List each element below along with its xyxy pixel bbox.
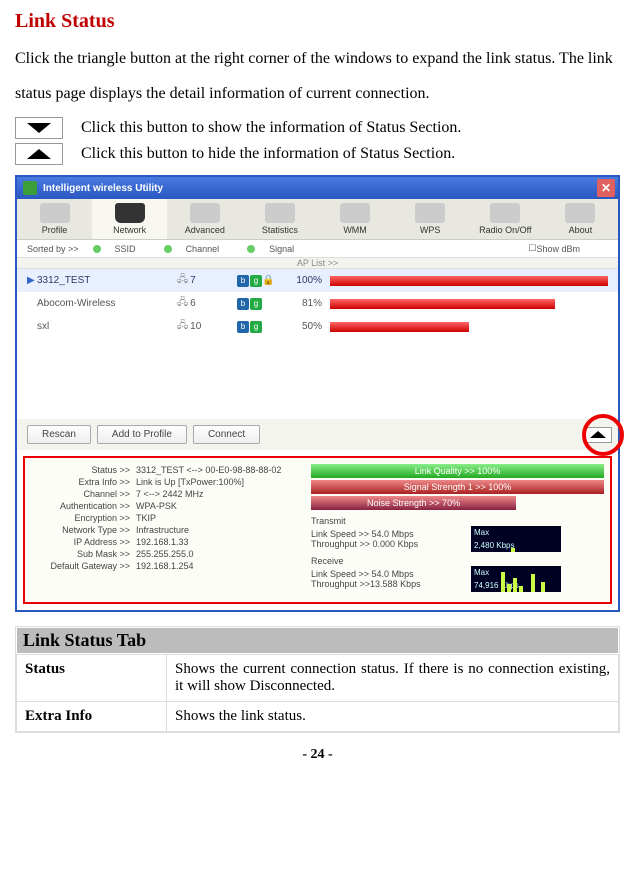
ap-row[interactable]: sxl🖧10bg50%	[17, 315, 618, 338]
transmit-label: Transmit	[311, 516, 604, 526]
triangle-up-icon	[27, 149, 51, 159]
app-screenshot: Intelligent wireless Utility ✕ Profile N…	[15, 175, 620, 612]
status-row: Extra Info >>Link is Up [TxPower:100%]	[31, 476, 311, 488]
toolbar-statistics[interactable]: Statistics	[242, 199, 317, 239]
status-row: Encryption >>TKIP	[31, 512, 311, 524]
ap-list: ▶3312_TEST🖧7bg🔒100%Abocom-Wireless🖧6bg81…	[17, 269, 618, 419]
status-row: Default Gateway >>192.168.1.254	[31, 560, 311, 572]
btn-up-desc: Click this button to hide the informatio…	[81, 145, 455, 163]
expand-icon-button[interactable]	[15, 117, 63, 139]
triangle-down-icon	[27, 123, 51, 133]
page-number: - 24 -	[15, 747, 620, 763]
collapse-handle[interactable]	[584, 427, 612, 443]
ap-row[interactable]: Abocom-Wireless🖧6bg81%	[17, 292, 618, 315]
status-panel: Status >>3312_TEST <--> 00-E0-98-88-88-0…	[23, 456, 612, 604]
noise-strength-bar: Noise Strength >> 70%	[311, 496, 516, 510]
sort-ssid[interactable]: SSID	[93, 244, 150, 254]
toolbar-profile[interactable]: Profile	[17, 199, 92, 239]
toolbar: Profile Network Advanced Statistics WMM …	[17, 199, 618, 240]
status-left: Status >>3312_TEST <--> 00-E0-98-88-88-0…	[31, 464, 311, 596]
status-right: Link Quality >> 100% Signal Strength 1 >…	[311, 464, 604, 596]
button-row: Rescan Add to Profile Connect	[17, 419, 618, 450]
toolbar-wps[interactable]: WPS	[393, 199, 468, 239]
tx-throughput: Throughput >> 0.000 Kbps	[311, 539, 471, 549]
status-row: IP Address >>192.168.1.33	[31, 536, 311, 548]
toolbar-about[interactable]: About	[543, 199, 618, 239]
toolbar-network[interactable]: Network	[92, 199, 167, 239]
collapse-icon-button[interactable]	[15, 143, 63, 165]
rx-link-speed: Link Speed >> 54.0 Mbps	[311, 569, 471, 579]
table-header: Link Status Tab	[16, 627, 619, 654]
toolbar-advanced[interactable]: Advanced	[167, 199, 242, 239]
status-row: Network Type >>Infrastructure	[31, 524, 311, 536]
tx-sparkline: Max 2,480 Kbps	[471, 526, 561, 552]
sort-signal[interactable]: Signal	[247, 244, 308, 254]
rx-throughput: Throughput >>13.588 Kbps	[311, 579, 471, 589]
signal-strength-bar: Signal Strength 1 >> 100%	[311, 480, 604, 494]
rescan-button[interactable]: Rescan	[27, 425, 91, 444]
table-row: StatusShows the current connection statu…	[17, 655, 619, 702]
sort-row: Sorted by >> SSID Channel Signal ☐ Show …	[17, 240, 618, 258]
status-row: Authentication >>WPA-PSK	[31, 500, 311, 512]
sort-by-label: Sorted by >>	[27, 244, 79, 254]
window-title: Intelligent wireless Utility	[43, 183, 163, 194]
app-icon	[23, 181, 37, 195]
tx-link-speed: Link Speed >> 54.0 Mbps	[311, 529, 471, 539]
rx-sparkline: Max 74,916 Kbps	[471, 566, 561, 592]
add-to-profile-button[interactable]: Add to Profile	[97, 425, 187, 444]
status-row: Channel >>7 <--> 2442 MHz	[31, 488, 311, 500]
close-button[interactable]: ✕	[597, 179, 615, 197]
table-row: Extra InfoShows the link status.	[17, 702, 619, 732]
btn-down-desc: Click this button to show the informatio…	[81, 119, 461, 137]
window-titlebar: Intelligent wireless Utility ✕	[17, 177, 618, 199]
status-row: Sub Mask >>255.255.255.0	[31, 548, 311, 560]
sort-channel[interactable]: Channel	[164, 244, 234, 254]
ap-row[interactable]: ▶3312_TEST🖧7bg🔒100%	[17, 269, 618, 292]
status-row: Status >>3312_TEST <--> 00-E0-98-88-88-0…	[31, 464, 311, 476]
triangle-up-icon	[590, 431, 606, 438]
toolbar-radio[interactable]: Radio On/Off	[468, 199, 543, 239]
ap-list-header: AP List >>	[17, 258, 618, 269]
section-title: Link Status	[15, 10, 620, 33]
connect-button[interactable]: Connect	[193, 425, 260, 444]
intro-text: Click the triangle button at the right c…	[15, 41, 620, 111]
link-status-table: Link Status Tab StatusShows the current …	[15, 626, 620, 733]
show-dbm-checkbox[interactable]: ☐ Show dBm	[528, 243, 594, 254]
receive-label: Receive	[311, 556, 604, 566]
toolbar-wmm[interactable]: WMM	[318, 199, 393, 239]
link-quality-bar: Link Quality >> 100%	[311, 464, 604, 478]
